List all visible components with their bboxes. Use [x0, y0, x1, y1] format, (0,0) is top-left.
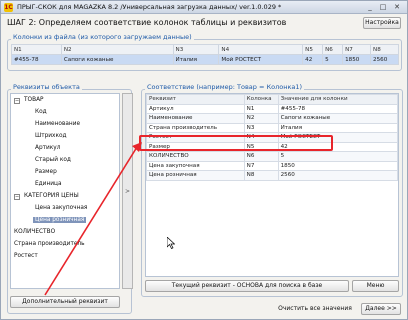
file-cell[interactable]: Мой РОСТЕСТ: [218, 54, 304, 65]
file-col-header[interactable]: N2: [60, 44, 174, 55]
tree-node[interactable]: Единица: [35, 181, 62, 187]
mapping-cell[interactable]: N6: [243, 151, 279, 162]
file-col-header[interactable]: N3: [172, 44, 220, 55]
tree-node[interactable]: Код: [35, 109, 47, 115]
mapping-label: Соответствие (например: Товар = Колонка1…: [145, 83, 305, 91]
tree-node[interactable]: Старый код: [35, 157, 71, 163]
mapping-cell[interactable]: Ростест: [146, 132, 245, 143]
tree-node-price-category[interactable]: КАТЕГОРИЯ ЦЕНЫ: [24, 193, 79, 199]
mapping-cell[interactable]: Размер: [146, 141, 245, 152]
mapping-cell[interactable]: 1850: [277, 160, 399, 171]
collapse-icon[interactable]: −: [14, 98, 20, 104]
mapping-cell[interactable]: Сапоги кожаные: [277, 113, 399, 124]
maximize-button[interactable]: □: [378, 3, 388, 12]
file-cell[interactable]: #455-78: [11, 54, 62, 65]
tree-node[interactable]: Артикул: [35, 145, 60, 151]
mouse-cursor-icon: [167, 237, 175, 249]
transfer-arrow-button[interactable]: >: [122, 93, 133, 289]
file-columns-table: N1 N2 N3 N4 N5 N6 N7 N8 #455-78 Сапоги к…: [11, 44, 399, 65]
settings-button[interactable]: Настройка: [363, 17, 401, 29]
mapping-cell[interactable]: N7: [243, 160, 279, 171]
file-cell[interactable]: 2560: [370, 54, 399, 65]
tree-node[interactable]: Страна производитель: [14, 241, 85, 247]
mapping-cell[interactable]: Цена розничная: [146, 170, 245, 181]
file-col-header[interactable]: N7: [342, 44, 372, 55]
mapping-cell[interactable]: Цена закупочная: [146, 160, 245, 171]
close-button[interactable]: ✕: [392, 3, 402, 12]
mapping-header[interactable]: Колонка: [243, 94, 279, 105]
file-col-header[interactable]: N1: [11, 44, 62, 55]
mapping-cell[interactable]: Страна производитель: [146, 122, 245, 133]
tree-node-tovar[interactable]: ТОВАР: [24, 97, 44, 103]
file-cell[interactable]: Италия: [172, 54, 220, 65]
mapping-cell[interactable]: Италия: [277, 122, 399, 133]
mapping-cell[interactable]: 5: [277, 151, 399, 162]
mapping-cell[interactable]: N4: [243, 132, 279, 143]
app-window: 1С ПРЫГ-СКОК для MAGAZKA 8.2 /Универсаль…: [0, 0, 408, 320]
mapping-table-panel[interactable]: Реквизит Колонка Значение для колонки Ар…: [145, 93, 399, 277]
file-cell[interactable]: 42: [302, 54, 324, 65]
mapping-cell[interactable]: N3: [243, 122, 279, 133]
mapping-header[interactable]: Реквизит: [146, 94, 245, 105]
next-button[interactable]: Далее >>: [361, 303, 401, 315]
file-col-header[interactable]: N5: [302, 44, 324, 55]
file-columns-label: Колонки из файла (из которого загружаем …: [11, 33, 194, 41]
mapping-cell[interactable]: #455-78: [277, 103, 399, 114]
app-logo-icon: 1С: [4, 3, 13, 12]
mapping-table: Реквизит Колонка Значение для колонки Ар…: [146, 94, 399, 181]
attrs-tree[interactable]: − ТОВАР Код Наименование Штрихкод Артику…: [10, 93, 120, 289]
tree-node[interactable]: Цена закупочная: [35, 205, 87, 211]
mapping-cell[interactable]: N1: [243, 103, 279, 114]
file-col-header[interactable]: N6: [322, 44, 344, 55]
clear-all-button[interactable]: Очистить все значения: [273, 303, 357, 315]
add-attribute-button[interactable]: Дополнительный реквизит: [10, 296, 120, 308]
window-title: ПРЫГ-СКОК для MAGAZKA 8.2 /Универсальная…: [17, 3, 282, 11]
mapping-cell[interactable]: 42: [277, 141, 399, 152]
mapping-cell[interactable]: Мой РОСТЕСТ: [277, 132, 399, 143]
tree-node[interactable]: Наименование: [35, 121, 80, 127]
object-attrs-label: Реквизиты объекта: [11, 83, 82, 91]
mapping-cell[interactable]: Наименование: [146, 113, 245, 124]
mapping-header[interactable]: Значение для колонки: [277, 94, 399, 105]
title-bar: 1С ПРЫГ-СКОК для MAGAZKA 8.2 /Универсаль…: [1, 1, 407, 14]
current-attribute-button[interactable]: Текущий реквизит - ОСНОВА для поиска в б…: [145, 280, 349, 292]
mapping-cell[interactable]: Артикул: [146, 103, 245, 114]
tree-node-selected[interactable]: Цена розничная: [33, 217, 87, 223]
file-cell[interactable]: 5: [322, 54, 344, 65]
tree-node[interactable]: Ростест: [14, 253, 38, 259]
step-title: ШАГ 2: Определяем соответствие колонок т…: [7, 18, 287, 27]
file-col-header[interactable]: N4: [218, 44, 304, 55]
file-cell[interactable]: Сапоги кожаные: [60, 54, 174, 65]
minimize-button[interactable]: _: [365, 3, 375, 12]
tree-node[interactable]: Размер: [35, 169, 57, 175]
mapping-cell[interactable]: N5: [243, 141, 279, 152]
tree-node[interactable]: Штрихкод: [35, 133, 67, 139]
mapping-cell[interactable]: КОЛИЧЕСТВО: [146, 151, 245, 162]
mapping-cell[interactable]: N8: [243, 170, 279, 181]
file-cell[interactable]: 1850: [342, 54, 372, 65]
tree-node[interactable]: КОЛИЧЕСТВО: [14, 229, 55, 235]
mapping-cell[interactable]: N2: [243, 113, 279, 124]
collapse-icon[interactable]: −: [14, 194, 20, 200]
mapping-cell[interactable]: 2560: [277, 170, 399, 181]
file-col-header[interactable]: N8: [370, 44, 399, 55]
menu-button[interactable]: Меню: [352, 280, 399, 292]
